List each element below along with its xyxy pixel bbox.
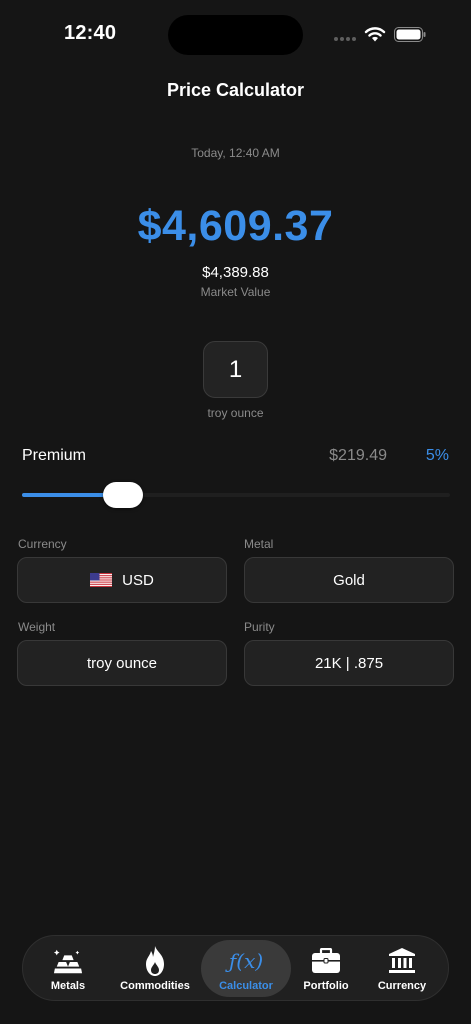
weight-value: troy ounce <box>86 654 158 672</box>
wifi-icon <box>364 27 386 42</box>
briefcase-icon <box>311 946 341 976</box>
slider-thumb[interactable] <box>103 482 143 508</box>
tab-portfolio-label: Portfolio <box>303 980 349 992</box>
currency-label: Currency <box>18 537 67 551</box>
tab-calculator-label: Calculator <box>219 980 273 992</box>
quantity-unit: troy ounce <box>207 406 264 420</box>
screen: 12:40 Price Calculator Today, 12:40 AM $… <box>0 0 471 1024</box>
currency-value: USD <box>122 571 154 589</box>
metal-select[interactable]: Gold <box>244 557 454 603</box>
weight-select[interactable]: troy ounce <box>17 640 227 686</box>
currency-select[interactable]: USD <box>17 557 227 603</box>
purity-value: 21K | .875 <box>314 654 384 672</box>
tab-portfolio[interactable]: Portfolio <box>295 940 357 997</box>
tab-calculator[interactable]: ƒ(x) Calculator <box>201 940 291 997</box>
premium-amount: $219.49 <box>329 447 387 464</box>
purity-label: Purity <box>244 620 275 634</box>
tab-currency[interactable]: Currency <box>369 940 435 997</box>
bank-icon <box>387 946 417 976</box>
market-value-label: Market Value <box>200 285 271 299</box>
timestamp: Today, 12:40 AM <box>191 146 280 160</box>
tab-currency-label: Currency <box>377 980 427 992</box>
metal-value: Gold <box>333 571 365 589</box>
tab-metals-label: Metals <box>50 980 86 992</box>
status-time: 12:40 <box>64 22 117 44</box>
premium-percent: 5% <box>425 447 449 464</box>
premium-label: Premium <box>22 447 87 464</box>
us-flag-icon <box>90 573 113 587</box>
page-title: Price Calculator <box>166 80 305 100</box>
total-price: $4,609.37 <box>137 202 334 250</box>
metal-label: Metal <box>244 537 274 551</box>
function-icon: ƒ(x) <box>228 949 264 973</box>
premium-slider[interactable] <box>22 482 450 508</box>
tab-metals[interactable]: Metals <box>35 940 101 997</box>
purity-select[interactable]: 21K | .875 <box>244 640 454 686</box>
quantity-input[interactable]: 1 <box>203 341 268 398</box>
tab-commodities[interactable]: Commodities <box>115 940 195 997</box>
weight-label: Weight <box>18 620 56 634</box>
battery-icon <box>394 27 426 42</box>
cellular-signal-icon <box>334 37 356 41</box>
tab-bar: Metals Commodities ƒ(x) Calculator Portf… <box>22 935 449 1001</box>
market-value: $4,389.88 <box>202 264 269 281</box>
gold-bars-icon <box>53 946 83 976</box>
flame-icon <box>140 946 170 976</box>
dynamic-island <box>168 15 303 55</box>
tab-commodities-label: Commodities <box>120 980 190 992</box>
